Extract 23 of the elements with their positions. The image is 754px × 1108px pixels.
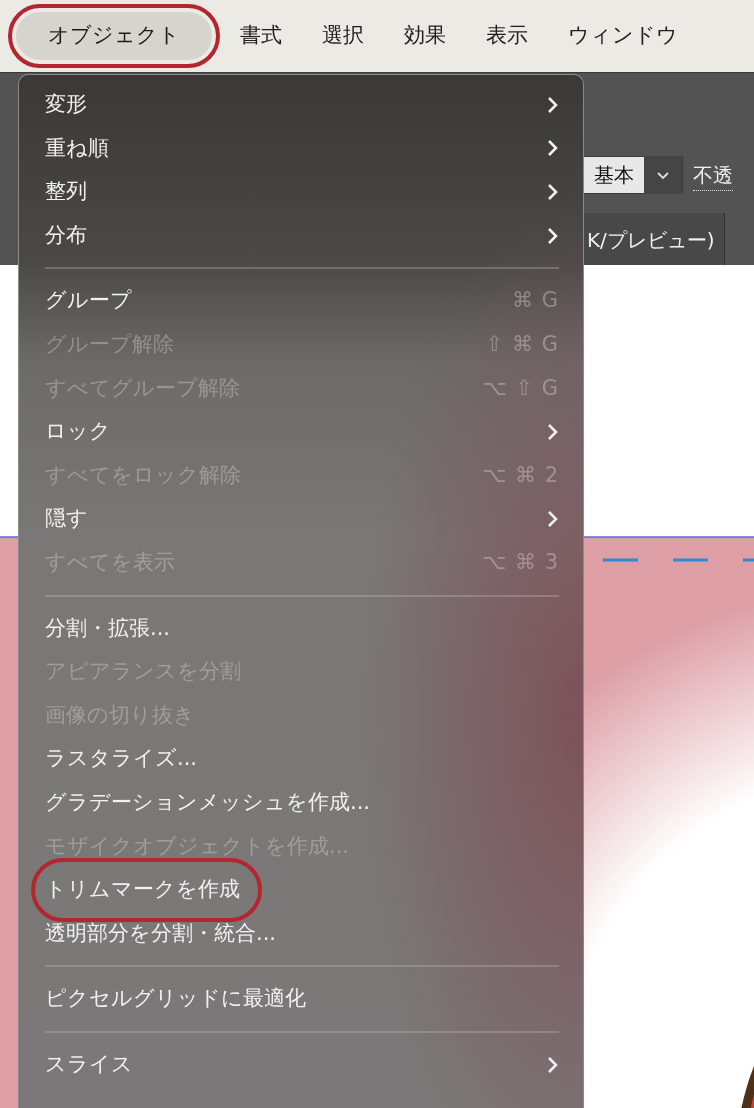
menu-title[interactable]: 選択	[302, 12, 384, 60]
menu-title[interactable]: 効果	[384, 12, 466, 60]
menu-item[interactable]: ラスタライズ...	[19, 737, 583, 781]
menu-item[interactable]: トリムマークを作成	[19, 868, 583, 912]
menu-item[interactable]: ピクセルグリッドに最適化	[19, 977, 583, 1021]
menu-item[interactable]: グラデーションメッシュを作成...	[19, 780, 583, 825]
menu-item[interactable]: 変形	[19, 83, 583, 127]
menu-item[interactable]: 分布	[19, 213, 583, 258]
menu-title[interactable]: 表示	[466, 12, 548, 60]
menu-title[interactable]: 書式	[220, 12, 302, 60]
opacity-link[interactable]: 不透	[693, 159, 733, 191]
menu-item[interactable]: 隠す	[19, 497, 583, 541]
menu-item[interactable]: ロック	[19, 410, 583, 454]
menu-item[interactable]: 整列	[19, 170, 583, 214]
menu-item[interactable]: 重ね順	[19, 126, 583, 171]
caret-icon	[656, 170, 670, 180]
menu-item[interactable]: 分割・拡張...	[19, 606, 583, 651]
menu-item[interactable]: 透明部分を分割・統合...	[19, 911, 583, 956]
style-dropdown[interactable]: 基本	[583, 156, 683, 194]
document-tab[interactable]: K/プレビュー)	[583, 213, 725, 266]
menu-title[interactable]: ウィンドウ	[548, 12, 698, 60]
menu-item[interactable]: スライス	[19, 1042, 583, 1087]
menu-title[interactable]: オブジェクト	[8, 4, 220, 68]
